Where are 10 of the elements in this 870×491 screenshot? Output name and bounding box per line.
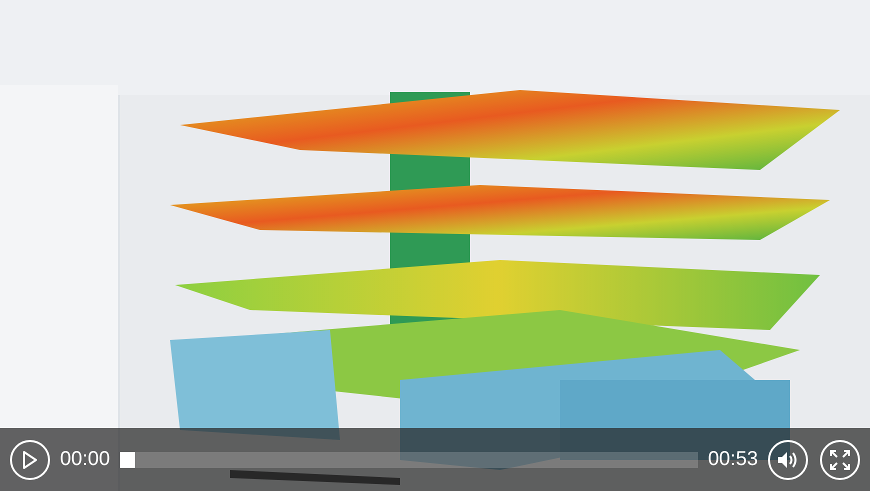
fullscreen-button[interactable] [820,440,860,480]
progress-thumb[interactable] [120,452,136,468]
elapsed-time: 00:00 [60,448,110,471]
play-icon [23,450,37,468]
progress-track[interactable] [120,452,698,468]
duration-time: 00:53 [708,448,758,471]
volume-button[interactable] [768,440,808,480]
speaker-icon [777,450,799,468]
fullscreen-icon [830,450,850,470]
play-button[interactable] [10,440,50,480]
